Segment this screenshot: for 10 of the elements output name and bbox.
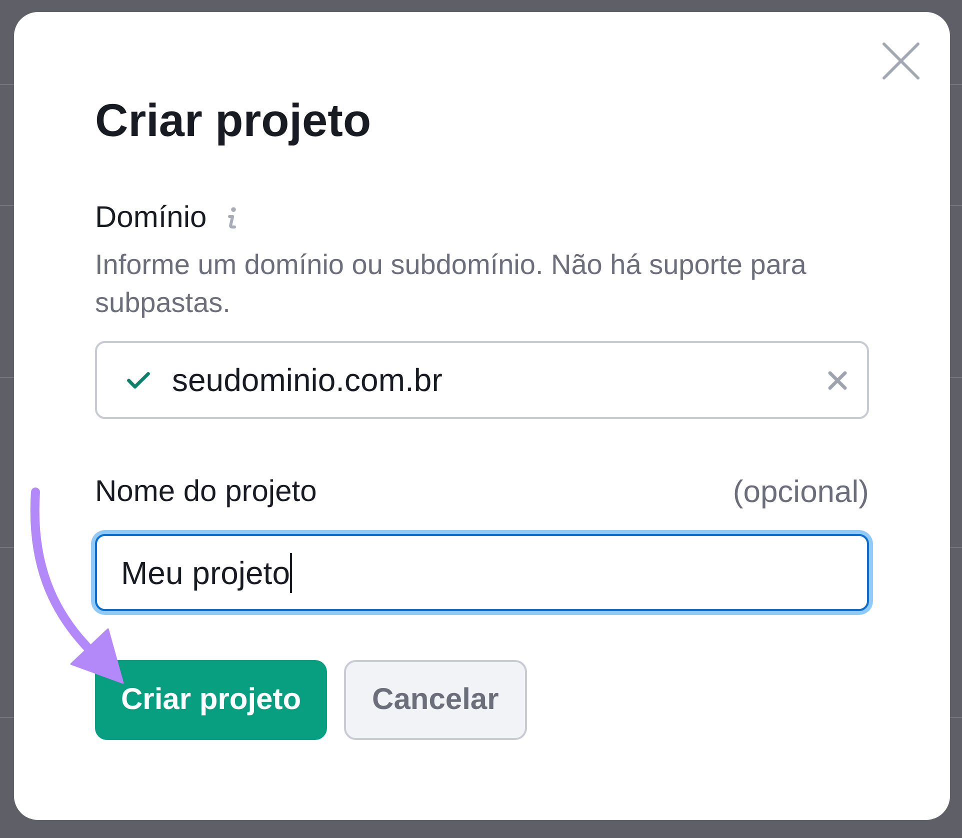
domain-label: Domínio (95, 200, 207, 236)
cancel-button[interactable]: Cancelar (344, 660, 527, 740)
domain-input[interactable]: seudominio.com.br (95, 341, 869, 419)
project-name-label: Nome do projeto (95, 474, 317, 510)
text-cursor-icon (290, 552, 292, 592)
clear-icon[interactable] (828, 370, 847, 390)
dialog-title: Criar projeto (95, 93, 372, 148)
hint-text: Informe um domínio ou subdomínio. Não há suporte para subpastas. (95, 248, 808, 320)
close-icon[interactable] (882, 42, 920, 80)
optional-note: (opcional) (732, 473, 869, 511)
